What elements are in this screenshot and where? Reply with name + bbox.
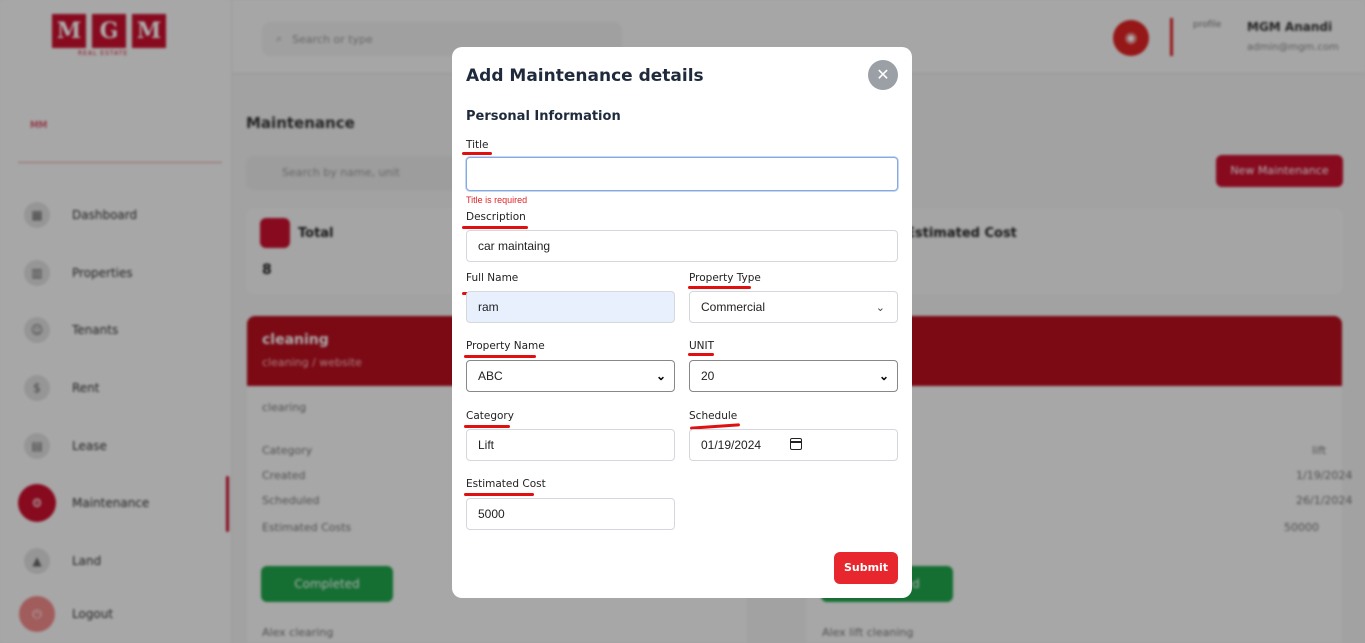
property-name-label: Property Name	[466, 340, 545, 352]
full-name-input[interactable]: ram	[466, 291, 675, 323]
submit-button[interactable]: Submit	[834, 552, 898, 584]
chevron-down-icon: ⌄	[878, 369, 889, 383]
unit-label: UNIT	[689, 340, 715, 352]
full-name-label: Full Name	[466, 272, 519, 284]
annotation-underline	[464, 355, 536, 358]
title-error: Title is required	[466, 195, 528, 205]
title-label: Title	[466, 139, 489, 151]
property-name-value: ABC	[478, 369, 503, 383]
section-title: Personal Information	[466, 109, 621, 124]
title-input[interactable]	[466, 157, 898, 191]
annotation-underline	[464, 425, 510, 428]
property-type-select[interactable]: Commercial ⌄	[689, 291, 898, 323]
schedule-label: Schedule	[689, 410, 738, 422]
category-label: Category	[466, 410, 514, 422]
chevron-down-icon: ⌄	[875, 302, 885, 314]
description-label: Description	[466, 211, 526, 223]
annotation-underline	[688, 286, 751, 289]
chevron-down-icon: ⌄	[655, 369, 666, 383]
annotation-underline	[464, 493, 534, 496]
add-maintenance-modal: Add Maintenance details ✕ Personal Infor…	[452, 47, 912, 598]
estimated-cost-label: Estimated Cost	[466, 478, 546, 490]
property-type-value: Commercial	[701, 300, 766, 314]
description-input[interactable]: car maintaing	[466, 230, 898, 262]
modal-title: Add Maintenance details	[466, 66, 704, 86]
property-type-label: Property Type	[689, 272, 761, 284]
close-icon: ✕	[876, 65, 890, 84]
unit-value: 20	[701, 369, 715, 383]
annotation-underline	[462, 226, 528, 229]
unit-select[interactable]: 20 ⌄	[689, 360, 898, 392]
calendar-icon[interactable]	[790, 438, 802, 450]
estimated-cost-input[interactable]: 5000	[466, 498, 675, 530]
property-name-select[interactable]: ABC ⌄	[466, 360, 675, 392]
schedule-date-input[interactable]: 01/19/2024	[689, 429, 898, 461]
annotation-underline	[688, 353, 714, 356]
schedule-value: 01/19/2024	[701, 438, 762, 452]
category-input[interactable]: Lift	[466, 429, 675, 461]
annotation-underline	[462, 152, 492, 155]
close-button[interactable]: ✕	[868, 60, 898, 90]
